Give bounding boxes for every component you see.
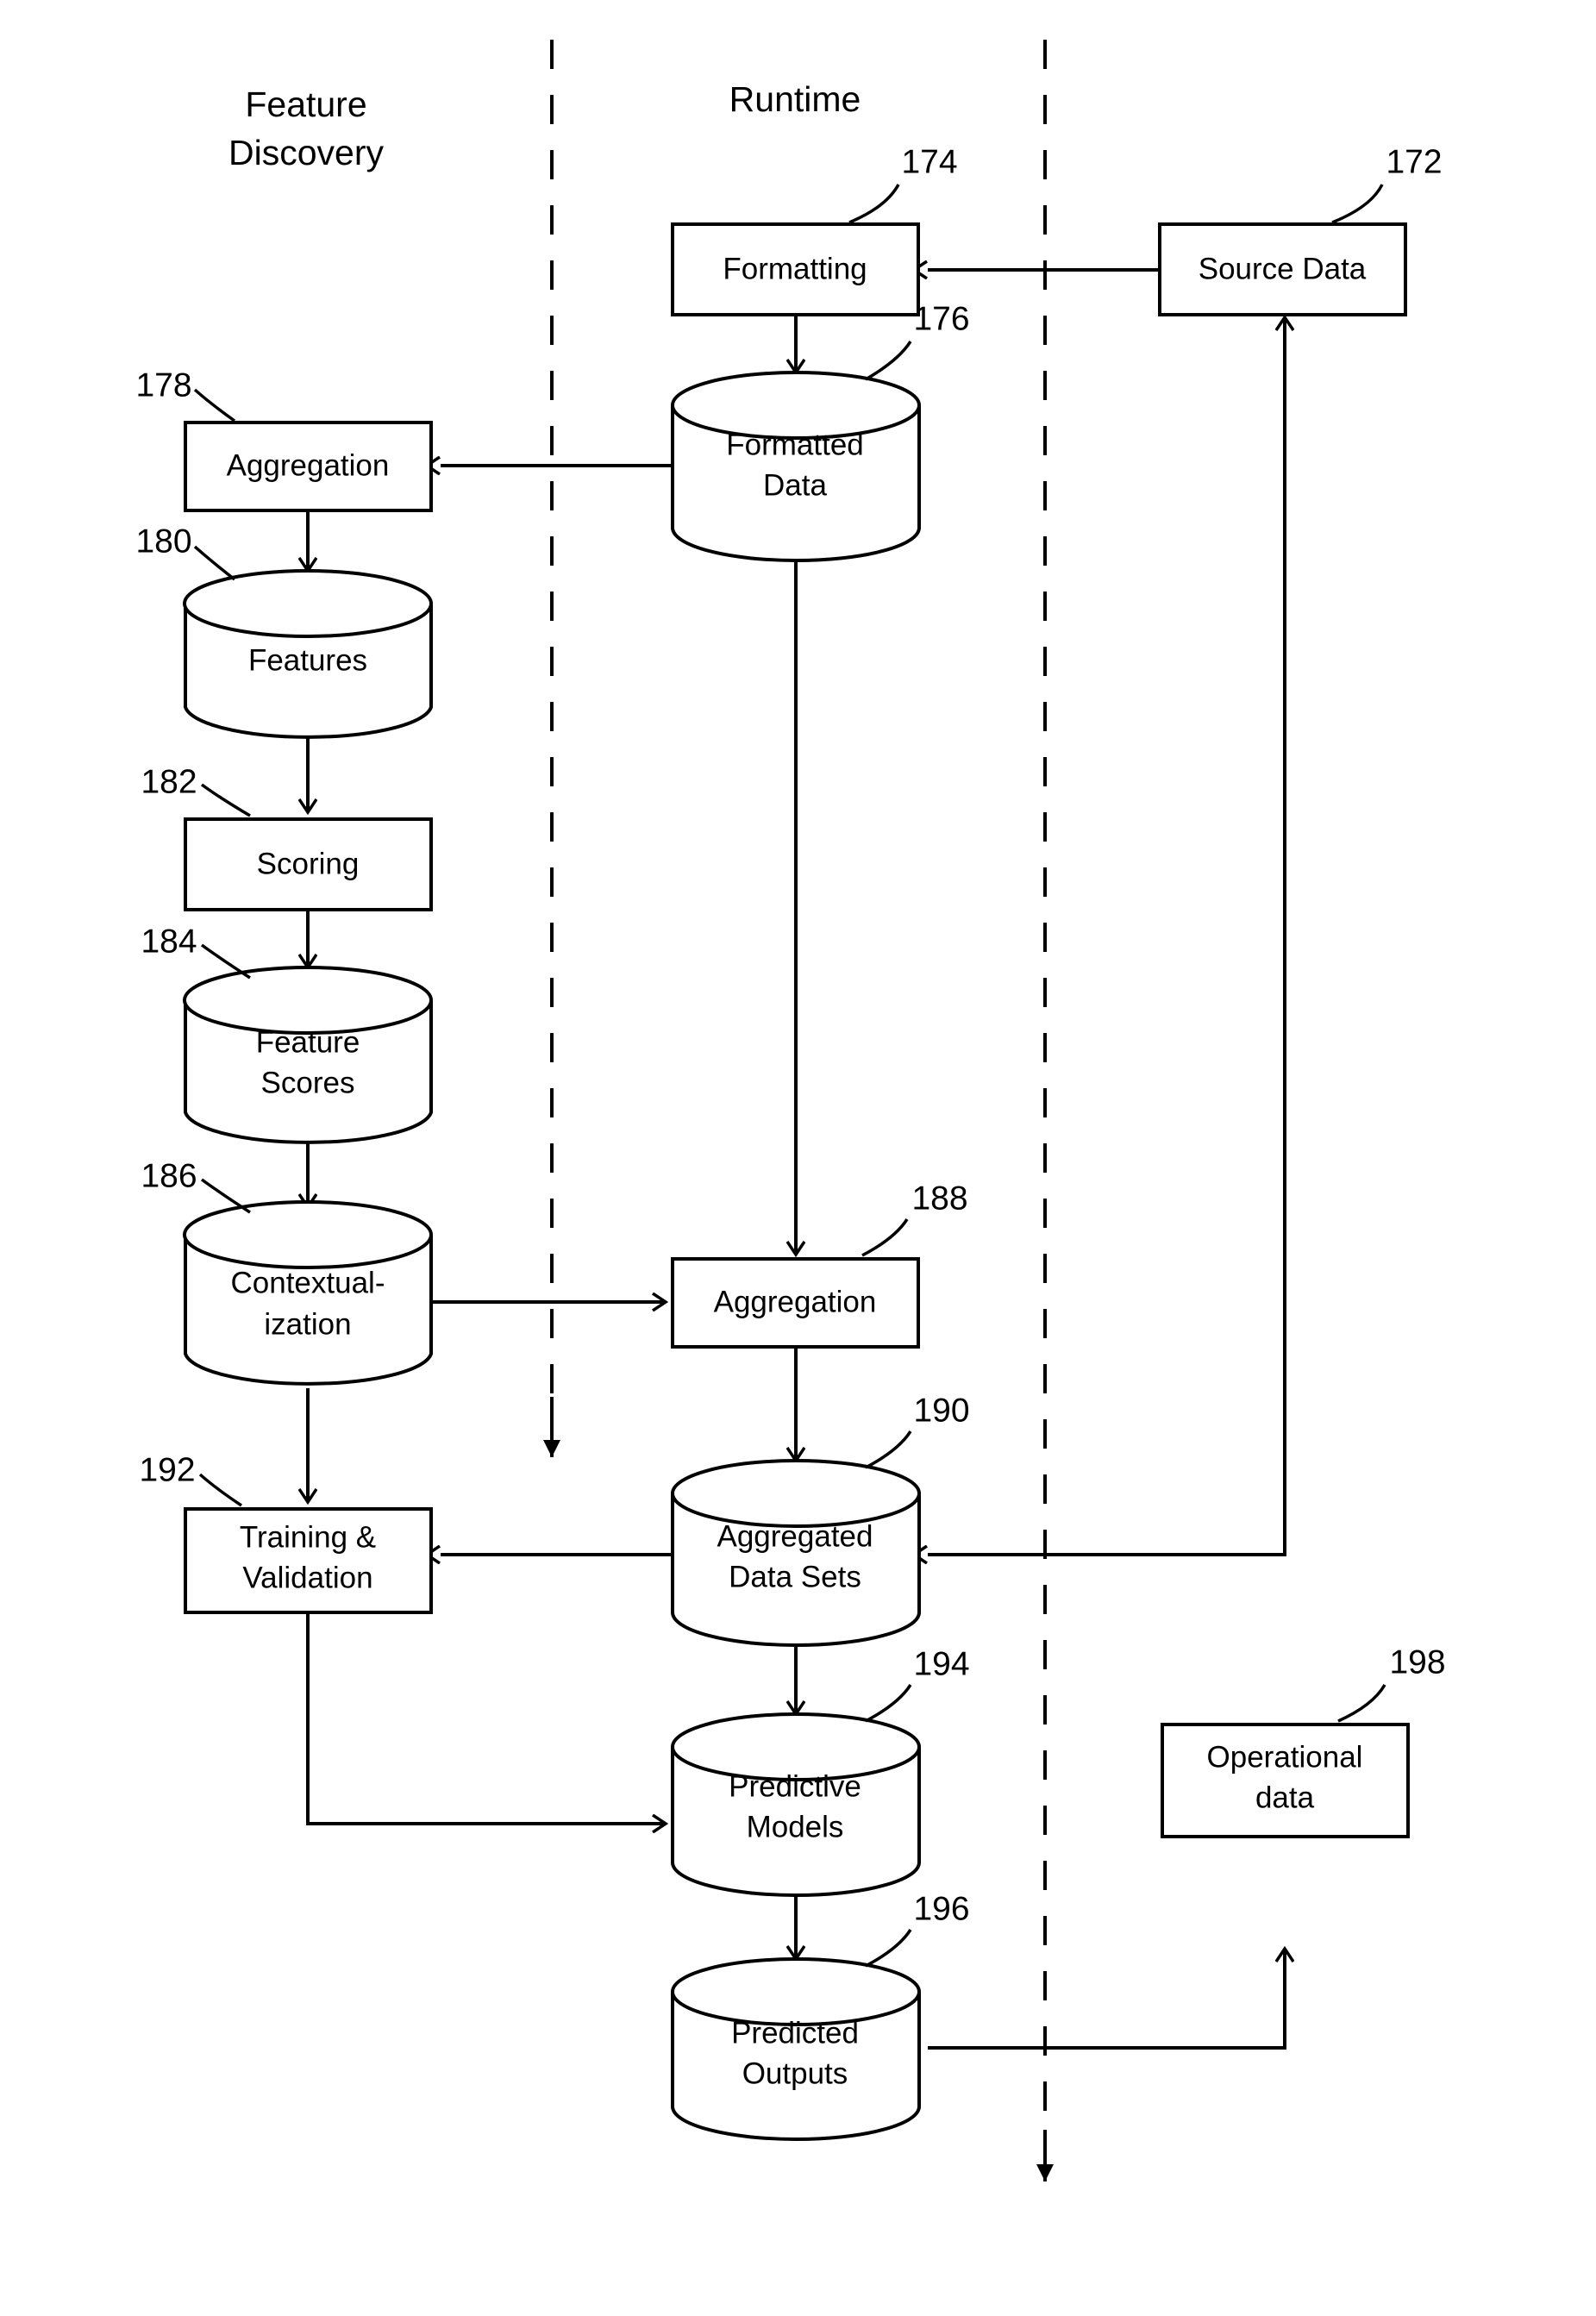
leader-172: [1331, 184, 1384, 224]
ref-190: 190: [913, 1392, 969, 1429]
node-predictive-models[interactable]: [671, 1712, 921, 1897]
node-predicted-outputs-label-line1: Predicted: [731, 2016, 859, 2050]
node-scoring-label: Scoring: [257, 847, 360, 880]
leader-176: [865, 341, 912, 381]
ref-174: 174: [901, 143, 957, 180]
ref-182: 182: [141, 763, 197, 800]
ref-176: 176: [913, 300, 969, 337]
ref-198: 198: [1389, 1643, 1445, 1681]
node-features-label: Features: [248, 643, 367, 677]
leader-186: [200, 1178, 251, 1214]
leader-184: [200, 943, 251, 980]
ref-196: 196: [913, 1890, 969, 1927]
node-aggregated-data-sets-label-line2: Data Sets: [729, 1560, 861, 1593]
node-predictive-models-label-line1: Predictive: [729, 1769, 861, 1803]
ref-180: 180: [135, 523, 191, 560]
node-operational-data-label-line2: data: [1255, 1781, 1315, 1814]
node-aggregation-fd-label: Aggregation: [227, 448, 390, 482]
lane-title-feature-discovery-line2: Discovery: [228, 133, 384, 172]
leader-188: [861, 1218, 909, 1257]
ref-178: 178: [135, 366, 191, 404]
node-source-data-label: Source Data: [1199, 252, 1367, 285]
node-training-label-line1: Training &: [240, 1520, 376, 1554]
ref-192: 192: [139, 1451, 195, 1488]
ref-186: 186: [141, 1157, 197, 1194]
leader-194: [865, 1684, 912, 1723]
node-operational-data-label-line1: Operational: [1207, 1740, 1363, 1774]
flow-diagram-canvas: Source Data 172 Formatting 174 Formatted…: [135, 40, 1446, 2181]
leader-196: [865, 1929, 912, 1968]
node-formatted-data[interactable]: [671, 371, 921, 562]
ref-194: 194: [913, 1645, 969, 1682]
lane-title-feature-discovery-line1: Feature: [245, 85, 366, 124]
leader-190: [865, 1430, 912, 1469]
node-predicted-outputs-label-line2: Outputs: [742, 2056, 848, 2090]
leader-182: [200, 783, 251, 817]
node-formatting-label: Formatting: [723, 252, 867, 285]
node-aggregation-rt-label: Aggregation: [714, 1285, 877, 1318]
edge-training-to-predictive: [306, 1612, 666, 1824]
leader-180: [193, 545, 236, 581]
leader-178: [193, 388, 236, 423]
leader-174: [848, 184, 900, 224]
edge-source-trunk-to-aggregated-sets: [928, 321, 1286, 1555]
node-contextualization-label-line1: Contextual-: [231, 1266, 385, 1299]
patent-figure: Source Data 172 Formatting 174 Formatted…: [0, 0, 1596, 2316]
leader-192: [198, 1473, 242, 1507]
node-feature-scores-label-line2: Scores: [261, 1066, 355, 1099]
lane-title-runtime: Runtime: [729, 79, 861, 119]
node-contextualization-label-line2: ization: [264, 1307, 351, 1341]
ref-172: 172: [1386, 143, 1442, 180]
node-formatted-data-label-line2: Data: [763, 468, 827, 502]
ref-184: 184: [141, 923, 197, 960]
node-formatted-data-label-line1: Formatted: [726, 428, 864, 461]
node-training-label-line2: Validation: [242, 1561, 372, 1594]
leader-198: [1337, 1684, 1386, 1723]
node-predictive-models-label-line2: Models: [747, 1810, 844, 1843]
node-feature-scores-label-line1: Feature: [256, 1025, 360, 1059]
ref-188: 188: [911, 1180, 967, 1217]
node-aggregated-data-sets-label-line1: Aggregated: [717, 1519, 873, 1553]
edge-predicted-to-operational: [928, 1949, 1285, 2050]
